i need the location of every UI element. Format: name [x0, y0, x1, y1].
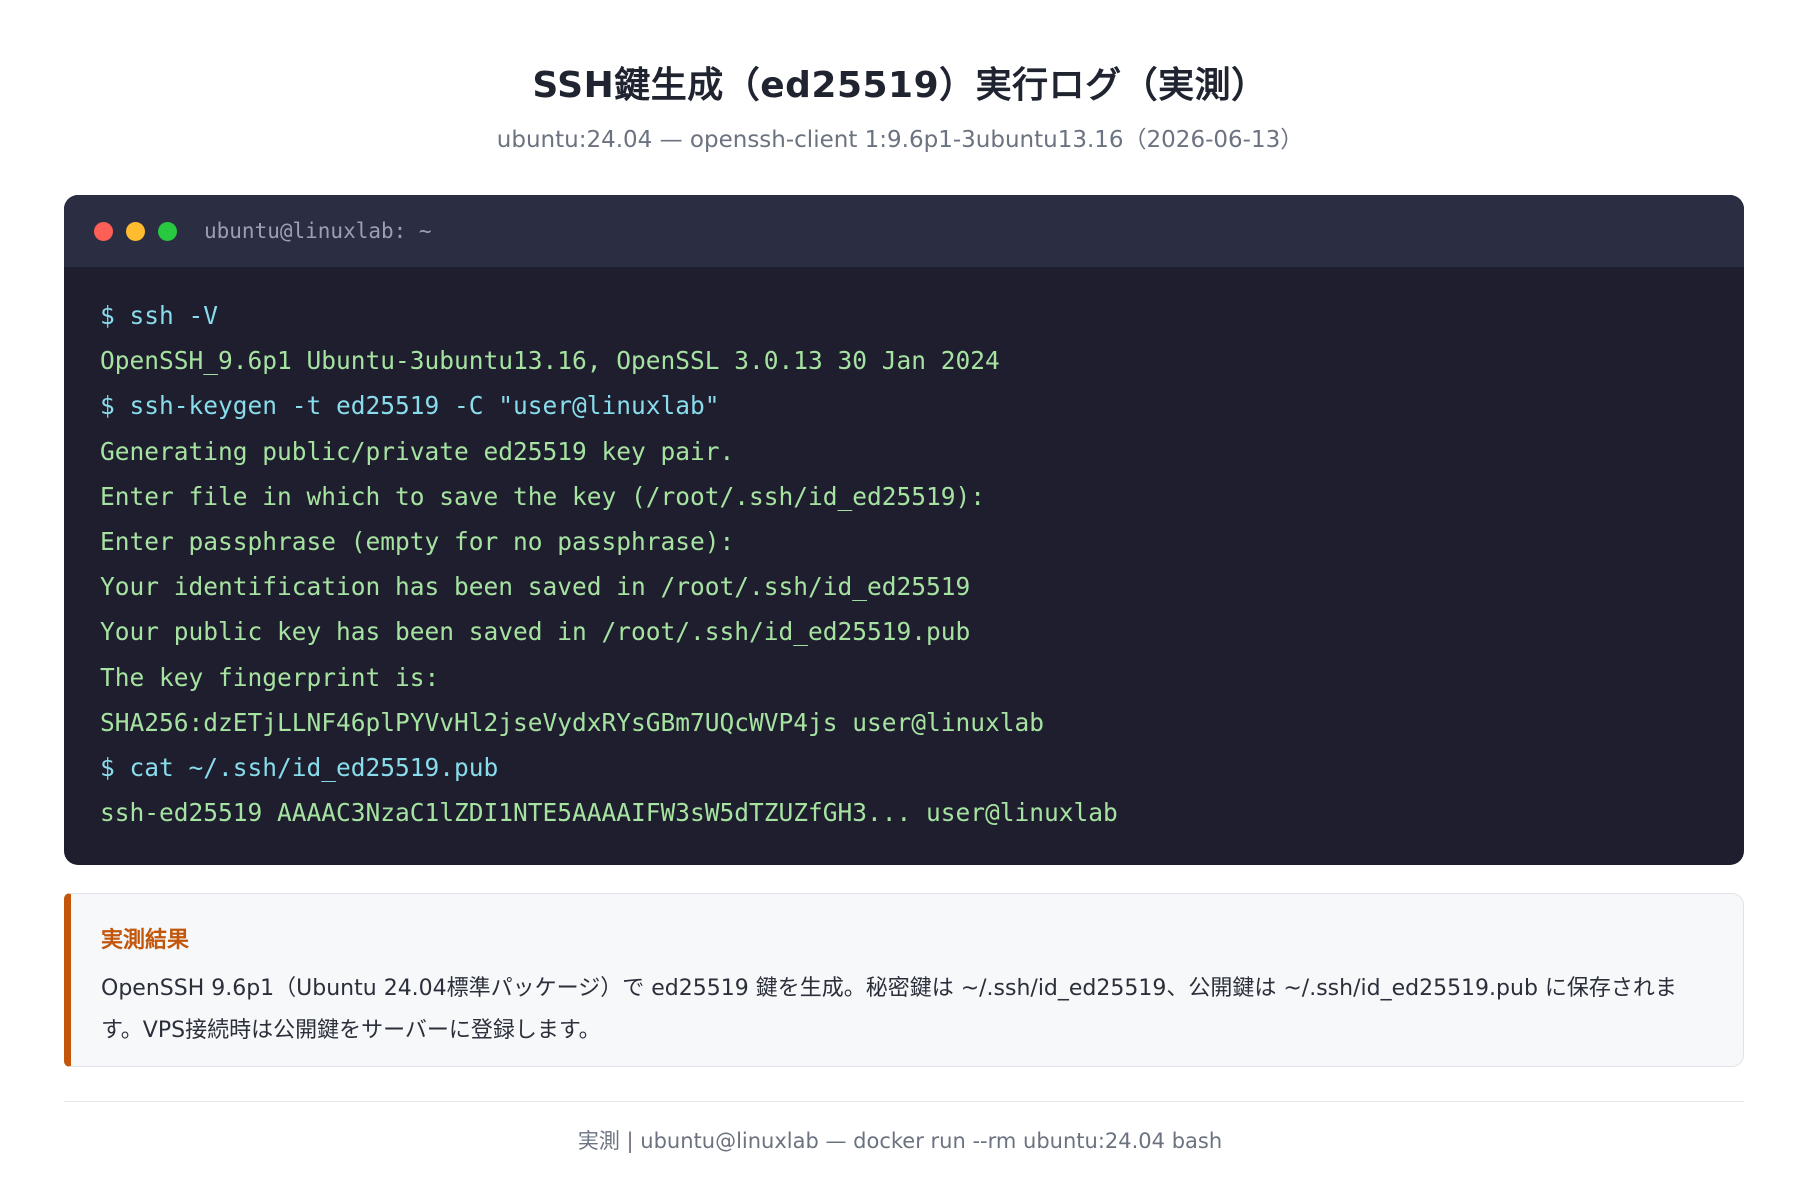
terminal-output[interactable]: $ ssh -V OpenSSH_9.6p1 Ubuntu-3ubuntu13.… [64, 267, 1744, 835]
terminal-line-output: OpenSSH_9.6p1 Ubuntu-3ubuntu13.16, OpenS… [100, 346, 1000, 376]
page-title: SSH鍵生成（ed25519）実行ログ（実測） [532, 65, 1268, 106]
page: SSH鍵生成（ed25519）実行ログ（実測） ubuntu:24.04 — o… [0, 0, 1800, 1192]
terminal-line-command: $ ssh-keygen -t ed25519 -C "user@linuxla… [100, 391, 720, 421]
terminal-line-output: Enter file in which to save the key (/ro… [100, 481, 986, 511]
terminal-line-output: Your identification has been saved in /r… [100, 572, 971, 602]
terminal-line-command: $ cat ~/.ssh/id_ed25519.pub [100, 752, 499, 782]
result-callout: 実測結果 OpenSSH 9.6p1（Ubuntu 24.04標準パッケージ）で… [64, 893, 1744, 1067]
terminal-line-output: ssh-ed25519 AAAAC3NzaC1lZDI1NTE5AAAAIFW3… [100, 798, 1118, 828]
footer-divider [64, 1101, 1744, 1102]
minimize-window-dot-icon[interactable] [126, 221, 145, 241]
page-subtitle: ubuntu:24.04 — openssh-client 1:9.6p1-3u… [496, 127, 1304, 153]
terminal-line-command: $ ssh -V [100, 301, 219, 330]
terminal-line-output: SHA256:dzETjLLNF46plPYVvHl2jseVydxRYsGBm… [100, 707, 1045, 737]
terminal-titlebar: ubuntu@linuxlab: ~ [64, 195, 1744, 267]
result-text: OpenSSH 9.6p1（Ubuntu 24.04標準パッケージ）で ed25… [101, 976, 1677, 1043]
close-window-dot-icon[interactable] [94, 221, 113, 241]
terminal-window: ubuntu@linuxlab: ~ $ ssh -V OpenSSH_9.6p… [64, 195, 1744, 865]
terminal-line-output: Generating public/private ed25519 key pa… [100, 436, 735, 466]
terminal-line-output: The key fingerprint is: [100, 662, 440, 692]
terminal-title: ubuntu@linuxlab: ~ [204, 219, 432, 243]
terminal-line-output: Your public key has been saved in /root/… [100, 617, 971, 647]
maximize-window-dot-icon[interactable] [158, 221, 177, 241]
result-heading: 実測結果 [101, 928, 190, 953]
terminal-line-output: Enter passphrase (empty for no passphras… [100, 526, 735, 556]
footer-text: 実測 | ubuntu@linuxlab — docker run --rm u… [577, 1129, 1223, 1153]
